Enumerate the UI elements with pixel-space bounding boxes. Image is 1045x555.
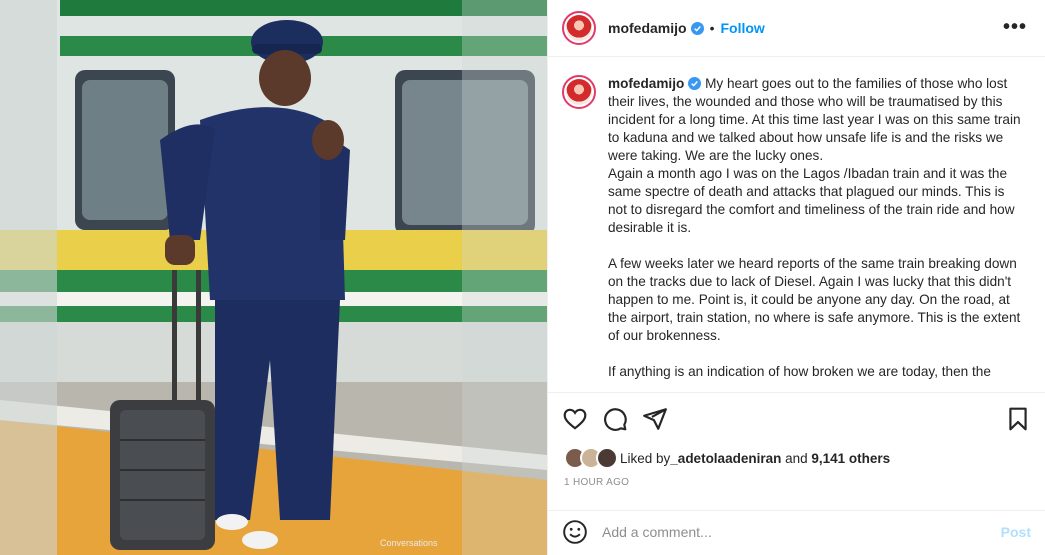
verified-badge-icon	[688, 77, 702, 90]
caption-body: My heart goes out to the families of tho…	[608, 76, 1021, 379]
comment-input[interactable]	[600, 522, 1001, 541]
train-platform-image	[0, 0, 547, 555]
comment-icon[interactable]	[602, 406, 628, 432]
add-comment-bar: Post	[548, 510, 1045, 552]
more-options-icon[interactable]: •••	[1003, 16, 1027, 39]
header-separator: •	[709, 20, 715, 36]
action-icons-row	[548, 393, 1045, 445]
liker-avatars[interactable]	[564, 447, 618, 469]
liked-by-prefix: Liked by	[620, 450, 671, 466]
bookmark-icon[interactable]	[1005, 406, 1031, 432]
post-header: mofedamijo • Follow •••	[548, 0, 1045, 57]
instagram-post-view: Conversations mofedamijo • Follow ••• mo…	[0, 0, 1045, 555]
likes-count[interactable]: 9,141 others	[811, 451, 890, 466]
post-caption: mofedamijo My heart goes out to the fami…	[548, 57, 1045, 390]
liker-avatar	[596, 447, 618, 469]
liked-by-user[interactable]: _adetolaadeniran	[670, 451, 781, 466]
liked-by-and: and	[781, 450, 812, 466]
caption-author-avatar[interactable]	[562, 75, 596, 109]
author-avatar[interactable]	[562, 11, 596, 45]
post-actions-section: Liked by _adetolaadeniran and 9,141 othe…	[548, 392, 1045, 553]
share-icon[interactable]	[642, 406, 668, 432]
post-timestamp[interactable]: 1 HOUR AGO	[548, 471, 1045, 497]
post-comment-button[interactable]: Post	[1001, 524, 1031, 540]
post-side-panel: mofedamijo • Follow ••• mofedamijo My he…	[547, 0, 1045, 555]
caption-username[interactable]: mofedamijo	[608, 76, 684, 91]
follow-button[interactable]: Follow	[720, 20, 764, 36]
emoji-icon[interactable]	[562, 519, 588, 545]
author-username[interactable]: mofedamijo	[608, 20, 687, 36]
heart-icon[interactable]	[562, 406, 588, 432]
photo-watermark: Conversations	[380, 538, 438, 548]
caption-text-block: mofedamijo My heart goes out to the fami…	[608, 75, 1026, 381]
likes-summary: Liked by _adetolaadeniran and 9,141 othe…	[548, 445, 1045, 471]
verified-badge-icon	[690, 21, 704, 35]
post-photo[interactable]: Conversations	[0, 0, 547, 555]
